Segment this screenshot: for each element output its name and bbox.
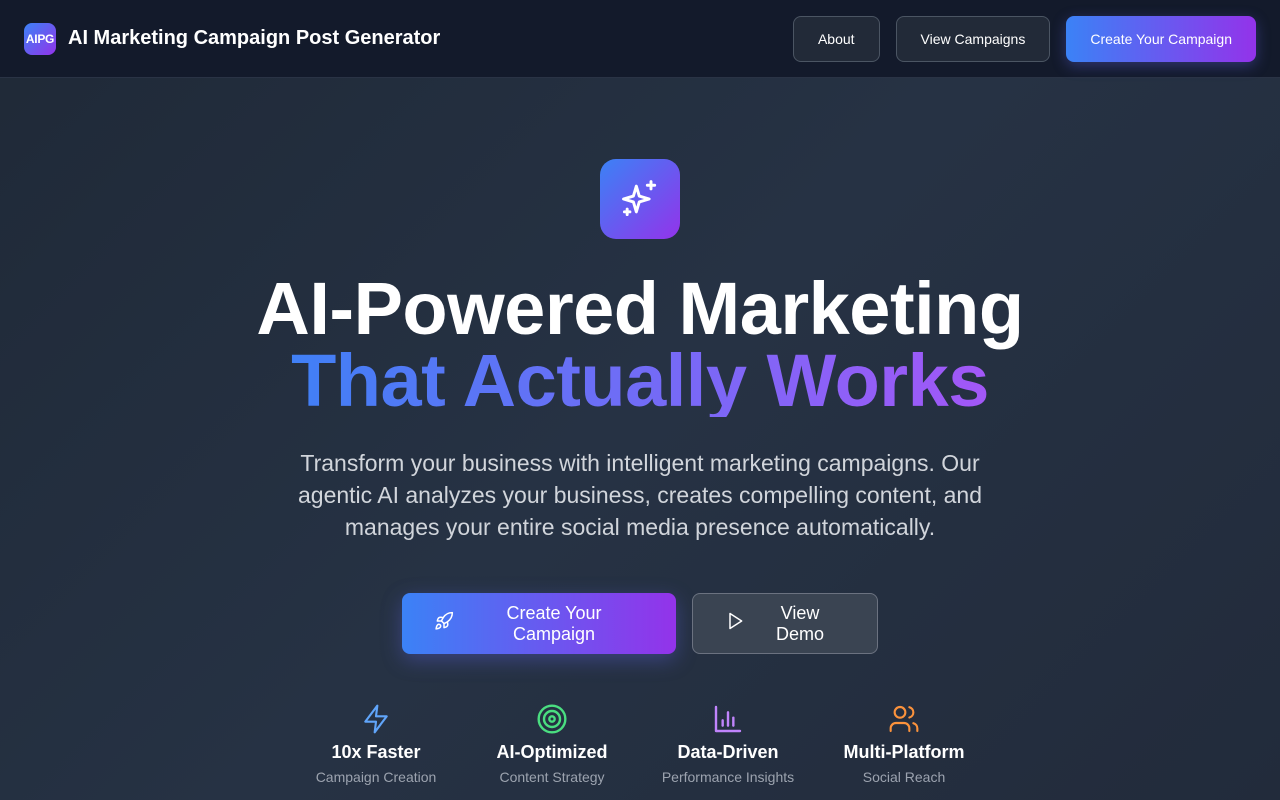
cta-row: Create Your Campaign View Demo [402,593,878,654]
features-row: 10x Faster Campaign Creation AI-Optimize… [288,702,992,785]
feature-title: 10x Faster [331,742,421,762]
feature-title: Multi-Platform [843,742,965,762]
brand[interactable]: AIPG AI Marketing Campaign Post Generato… [24,22,441,55]
headline-line-2: That Actually Works [256,344,1023,418]
feature-multi-platform: Multi-Platform Social Reach [816,702,992,785]
hero-subtitle: Transform your business with intelligent… [297,450,982,540]
feature-optimized: AI-Optimized Content Strategy [464,702,640,785]
create-campaign-label: Create Your Campaign [506,602,602,644]
feature-subtitle: Content Strategy [499,769,605,785]
header-nav: About View Campaigns Create Your Campaig… [792,15,1256,62]
feature-subtitle: Campaign Creation [315,769,437,785]
bar-chart-icon [712,702,744,736]
sparkles-icon [600,159,680,239]
view-demo-button[interactable]: View Demo [692,593,878,654]
feature-subtitle: Performance Insights [661,769,795,785]
lightning-icon [360,702,392,736]
app-title: AI Marketing Campaign Post Generator [68,27,441,49]
target-icon [536,702,568,736]
create-campaign-button[interactable]: Create Your Campaign [402,593,676,654]
create-campaign-nav-button[interactable]: Create Your Campaign [1066,15,1256,62]
headline-line-1: AI-Powered Marketing [256,267,1024,350]
hero-section: AI-Powered Marketing That Actually Works… [0,78,1280,785]
about-button[interactable]: About [792,15,880,62]
play-icon [725,611,745,636]
feature-title: Data-Driven [677,742,779,762]
hero-headline: AI-Powered Marketing That Actually Works [256,267,1024,418]
view-campaigns-button[interactable]: View Campaigns [895,15,1051,62]
rocket-icon [434,611,454,636]
users-icon [888,702,920,736]
app-logo: AIPG [24,22,56,55]
feature-data-driven: Data-Driven Performance Insights [640,702,816,785]
top-navigation-bar: AIPG AI Marketing Campaign Post Generato… [0,0,1280,78]
feature-subtitle: Social Reach [862,769,946,785]
feature-title: AI-Optimized [496,742,608,762]
feature-faster: 10x Faster Campaign Creation [288,702,464,785]
view-demo-label: View Demo [775,602,824,644]
